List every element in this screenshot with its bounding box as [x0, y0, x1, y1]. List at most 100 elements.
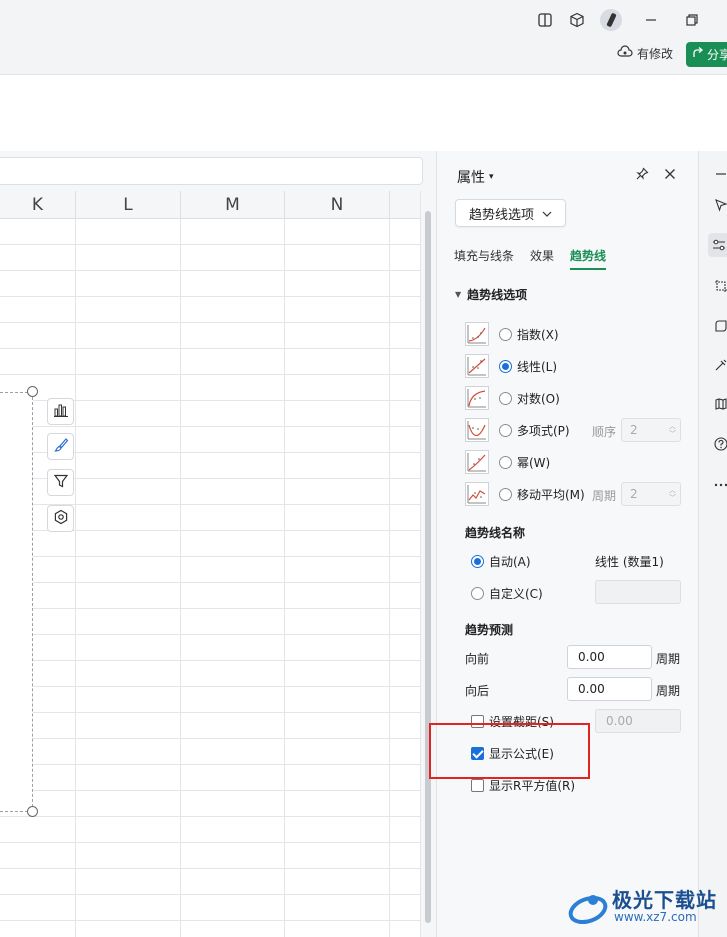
tab-fill-line[interactable]: 填充与线条 [454, 247, 514, 270]
radio-auto-name[interactable] [471, 555, 484, 568]
forward-periods-input[interactable]: 0.00 [567, 645, 652, 669]
title-bar: 有修改 分享 [0, 0, 727, 75]
linear-trend-icon [465, 354, 489, 378]
chart-elements-icon [53, 402, 69, 421]
restore-icon[interactable] [681, 9, 703, 31]
minimize-icon[interactable] [640, 9, 662, 31]
trendline-options-section-header[interactable]: ▼ 趋势线选项 [455, 286, 527, 303]
ribbon [0, 75, 727, 151]
radio-polynomial[interactable] [499, 423, 512, 437]
option-label: 幂(W) [517, 455, 551, 470]
filter-icon [53, 473, 69, 492]
share-label: 分享 [707, 48, 727, 62]
vertical-scrollbar[interactable] [420, 191, 436, 937]
cell-grid[interactable] [0, 219, 420, 937]
close-icon[interactable] [661, 165, 679, 183]
collapse-dash-icon[interactable] [712, 165, 727, 183]
column-header-m[interactable]: M [181, 191, 285, 219]
watermark: 极光下载站 www.xz7.com [566, 882, 726, 930]
option-label: 多项式(P) [517, 423, 570, 438]
share-icon [692, 47, 704, 62]
chart-resize-handle-top[interactable] [27, 386, 38, 397]
order-label: 顺序 [592, 425, 617, 439]
chart-elements-button[interactable] [47, 398, 74, 425]
hexagon-settings-icon [53, 509, 69, 528]
column-header-n[interactable]: N [285, 191, 390, 219]
select-cursor-icon[interactable] [712, 196, 727, 214]
trendline-name-heading: 趋势线名称 [465, 526, 526, 540]
crop-icon[interactable] [712, 277, 727, 295]
forward-label: 向前 [465, 652, 490, 666]
user-avatar[interactable] [600, 9, 622, 31]
collapse-triangle-icon: ▼ [455, 290, 462, 299]
chart-resize-handle-bottom[interactable] [27, 806, 38, 817]
radio-exponential[interactable] [499, 327, 512, 341]
custom-name-option[interactable]: 自定义(C) [471, 585, 543, 602]
shape-icon[interactable] [712, 317, 727, 335]
dropdown-label: 趋势线选项 [468, 207, 534, 223]
radio-linear[interactable] [499, 359, 512, 373]
save-status[interactable]: 有修改 [617, 45, 673, 62]
properties-pane: 属性 ▾ 趋势线选项 填充与线条 效果 趋势线 ▼ 趋势线选项 指数(X) 线性… [436, 151, 698, 937]
trend-option-moving-average[interactable]: 移动平均(M) 周期 2 ︿ ﹀ [465, 481, 683, 507]
column-header-k[interactable]: K [0, 191, 76, 219]
trend-option-polynomial[interactable]: 多项式(P) 顺序 2 ︿ ﹀ [465, 417, 683, 443]
chart-style-button[interactable] [47, 433, 74, 460]
radio-power[interactable] [499, 455, 512, 469]
highlight-box [429, 723, 590, 779]
aurora-logo-icon [568, 895, 608, 925]
more-icon[interactable] [712, 476, 727, 494]
section-title: 趋势线选项 [467, 288, 528, 302]
period-spinner: 2 ︿ ﹀ [621, 482, 681, 506]
reading-mode-icon[interactable] [534, 9, 556, 31]
save-status-label: 有修改 [637, 47, 674, 61]
forward-unit: 周期 [656, 652, 681, 666]
chart-object[interactable] [0, 392, 33, 812]
chart-settings-button[interactable] [47, 505, 74, 532]
power-trend-icon [465, 450, 489, 474]
pin-icon[interactable] [633, 165, 651, 183]
help-icon[interactable] [712, 435, 727, 453]
backward-unit: 周期 [656, 684, 681, 698]
custom-name-input[interactable] [595, 580, 681, 604]
pane-title[interactable]: 属性 ▾ [457, 167, 494, 187]
map-book-icon[interactable] [712, 395, 727, 413]
show-r-squared-label: 显示R平方值(R) [489, 779, 576, 793]
trendline-options-dropdown[interactable]: 趋势线选项 [455, 199, 566, 227]
pane-title-label: 属性 [457, 170, 485, 186]
spinner-arrows-icon: ︿ ﹀ [669, 422, 676, 438]
option-label: 移动平均(M) [517, 487, 585, 502]
chevron-down-icon [542, 206, 552, 221]
chart-filter-button[interactable] [47, 469, 74, 496]
option-label: 对数(O) [517, 391, 560, 406]
formula-input[interactable] [0, 157, 423, 185]
trend-option-logarithmic[interactable]: 对数(O) [465, 385, 683, 411]
intercept-input[interactable]: 0.00 [595, 709, 681, 733]
order-spinner: 2 ︿ ﹀ [621, 418, 681, 442]
column-header-l[interactable]: L [76, 191, 181, 219]
share-button[interactable]: 分享 [686, 42, 727, 67]
tools-icon[interactable] [712, 356, 727, 374]
trend-option-linear[interactable]: 线性(L) [465, 353, 683, 379]
chevron-down-icon: ▾ [489, 172, 494, 182]
polynomial-trend-icon [465, 418, 489, 442]
cube-icon[interactable] [566, 9, 588, 31]
scrollbar-thumb[interactable] [425, 211, 431, 923]
trend-option-power[interactable]: 幂(W) [465, 449, 683, 475]
period-label: 周期 [592, 489, 617, 503]
tab-trendline[interactable]: 趋势线 [570, 247, 607, 270]
custom-name-label: 自定义(C) [489, 587, 543, 601]
auto-name-option[interactable]: 自动(A) [471, 553, 531, 570]
watermark-title: 极光下载站 [612, 888, 717, 912]
tab-effects[interactable]: 效果 [530, 247, 554, 270]
option-label: 线性(L) [517, 359, 558, 374]
radio-logarithmic[interactable] [499, 391, 512, 405]
show-r-squared-option[interactable]: 显示R平方值(R) [471, 777, 575, 794]
backward-periods-input[interactable]: 0.00 [567, 677, 652, 701]
radio-custom-name[interactable] [471, 587, 484, 600]
auto-name-label: 自动(A) [489, 555, 531, 569]
trend-option-exponential[interactable]: 指数(X) [465, 321, 683, 347]
radio-moving-average[interactable] [499, 487, 512, 501]
properties-sliders-icon[interactable] [708, 233, 727, 257]
show-r-squared-checkbox[interactable] [471, 779, 484, 792]
